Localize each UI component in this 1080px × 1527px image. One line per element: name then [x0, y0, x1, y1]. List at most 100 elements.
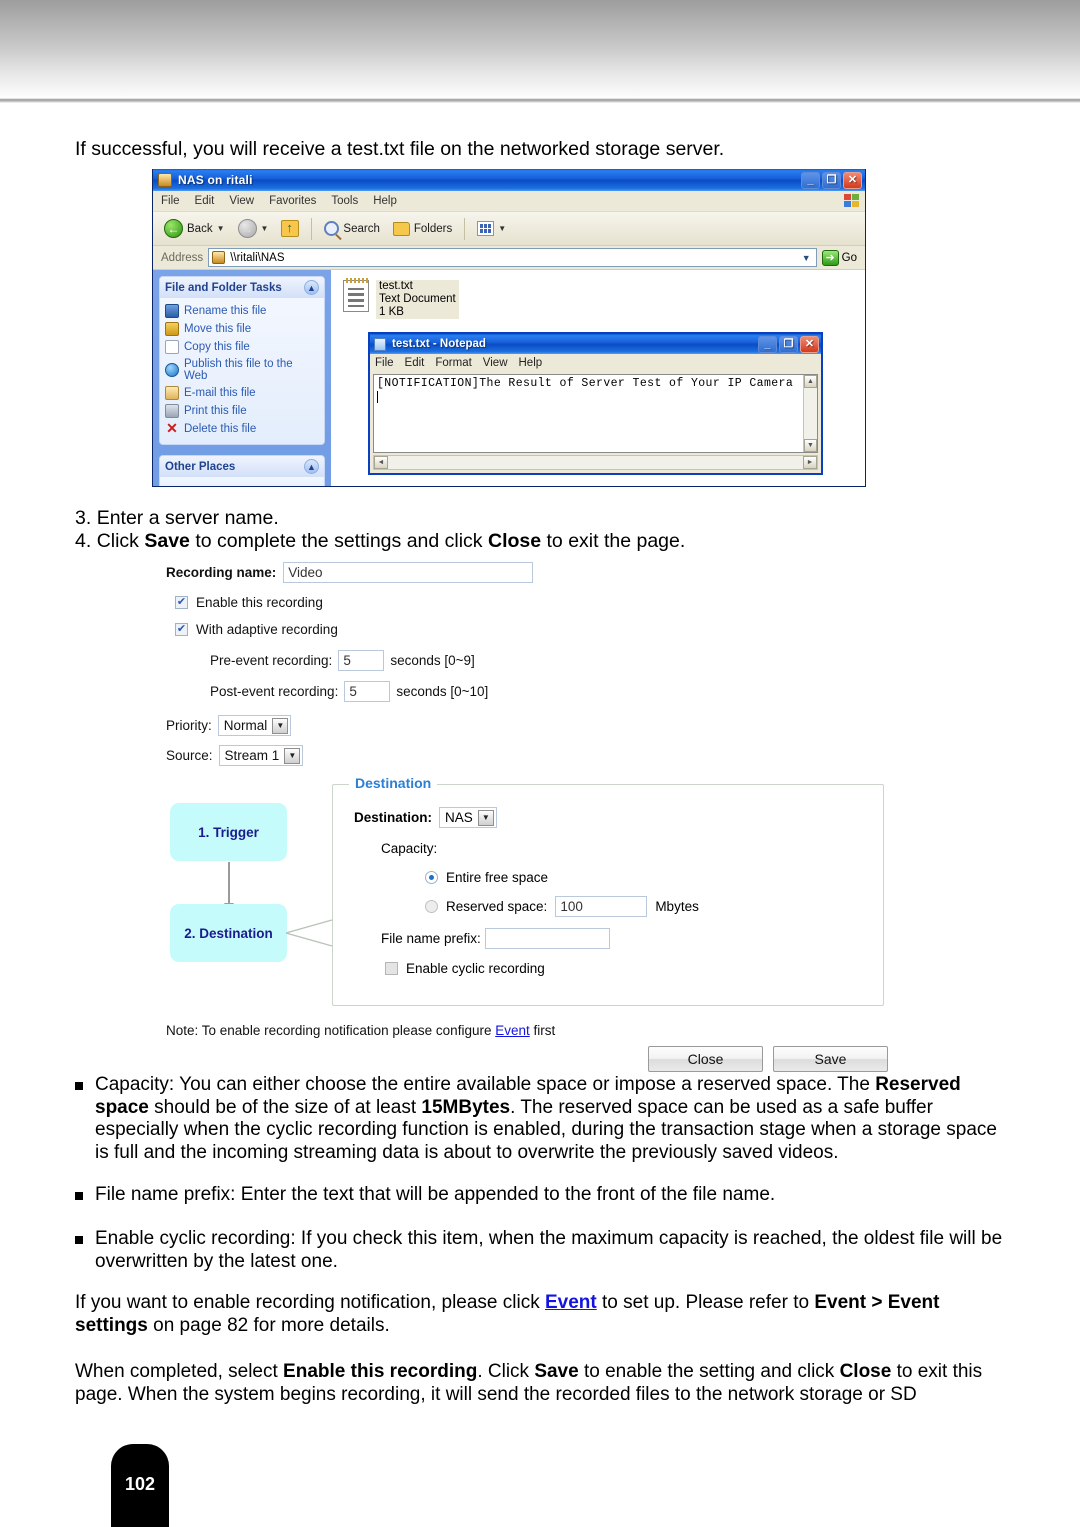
notepad-content: [NOTIFICATION]The Result of Server Test … — [377, 377, 794, 390]
search-button[interactable]: Search — [319, 219, 384, 238]
scroll-up-icon[interactable]: ▲ — [804, 375, 817, 388]
task-print-file[interactable]: Print this file — [165, 402, 319, 420]
file-name-prefix-label: File name prefix: — [381, 931, 481, 946]
menu-edit[interactable]: Edit — [195, 195, 215, 207]
step-box-trigger-label: 1. Trigger — [198, 824, 259, 840]
post-event-input[interactable]: 5 — [344, 681, 391, 702]
reserved-space-input[interactable]: 100 — [555, 896, 648, 917]
scroll-left-icon[interactable]: ◄ — [374, 456, 388, 469]
source-select[interactable]: Stream 1 ▼ — [218, 745, 304, 766]
file-name-prefix-input[interactable] — [484, 928, 610, 949]
enable-recording-checkbox[interactable]: ✔ — [175, 596, 188, 609]
cyclic-recording-row[interactable]: Enable cyclic recording — [385, 961, 883, 976]
task-move-file[interactable]: Move this file — [165, 320, 319, 338]
priority-select[interactable]: Normal ▼ — [217, 715, 292, 736]
menu-tools[interactable]: Tools — [331, 195, 358, 207]
scroll-down-icon[interactable]: ▼ — [804, 439, 817, 452]
entire-free-space-label: Entire free space — [446, 870, 549, 885]
views-dropdown-icon[interactable]: ▼ — [498, 224, 506, 233]
task-email-file[interactable]: E-mail this file — [165, 384, 319, 402]
form-button-row: Close Save — [648, 1046, 888, 1072]
menu-view[interactable]: View — [229, 195, 254, 207]
forward-button[interactable]: → ▼ — [233, 217, 274, 240]
chevron-up-icon[interactable]: ▲ — [304, 280, 319, 295]
chevron-down-icon[interactable]: ▼ — [284, 747, 301, 764]
publish-globe-icon — [165, 363, 179, 377]
recording-name-input[interactable]: Video — [283, 562, 534, 583]
up-folder-icon — [281, 220, 300, 237]
notepad-menu-format[interactable]: Format — [435, 357, 471, 369]
copy-icon — [165, 340, 179, 354]
note-event-link[interactable]: Event — [495, 1023, 530, 1038]
notepad-menu-file[interactable]: File — [375, 357, 394, 369]
file-list-item[interactable]: test.txt Text Document 1 KB — [343, 278, 865, 319]
go-arrow-icon: ➜ — [821, 249, 839, 266]
notepad-window: test.txt - Notepad _ ❐ ✕ File Edit Forma… — [368, 332, 823, 475]
back-button[interactable]: ← Back ▼ — [159, 217, 230, 240]
destination-select[interactable]: NAS ▼ — [439, 807, 497, 828]
scroll-right-icon[interactable]: ► — [803, 456, 817, 469]
step-box-trigger[interactable]: 1. Trigger — [170, 803, 287, 861]
forward-dropdown-icon[interactable]: ▼ — [261, 224, 269, 233]
event-link[interactable]: Event — [545, 1292, 597, 1313]
menu-help[interactable]: Help — [373, 195, 397, 207]
task-label: E-mail this file — [184, 387, 256, 399]
page-number-tab: 102 — [111, 1444, 169, 1527]
views-button[interactable]: ▼ — [472, 219, 511, 238]
notepad-text-area[interactable]: [NOTIFICATION]The Result of Server Test … — [373, 374, 818, 453]
enable-recording-row[interactable]: ✔ Enable this recording — [175, 595, 906, 610]
notepad-horizontal-scrollbar[interactable]: ◄ ► — [373, 455, 818, 470]
back-dropdown-icon[interactable]: ▼ — [217, 224, 225, 233]
task-label: Delete this file — [184, 423, 257, 435]
close-icon[interactable]: ✕ — [843, 171, 862, 189]
recording-name-row: Recording name: Video — [166, 562, 906, 583]
go-button[interactable]: ➜ Go — [821, 249, 861, 266]
menu-favorites[interactable]: Favorites — [269, 195, 316, 207]
pre-event-input[interactable]: 5 — [338, 650, 385, 671]
step-box-destination[interactable]: 2. Destination — [170, 904, 287, 962]
notepad-menu-help[interactable]: Help — [519, 357, 543, 369]
completed-p1: When completed, select — [75, 1361, 284, 1382]
reserved-space-units: Mbytes — [655, 899, 699, 914]
tasks-panel-header[interactable]: File and Folder Tasks ▲ — [160, 277, 324, 298]
address-input[interactable]: \\ritali\NAS ▼ — [208, 248, 817, 267]
completed-b3: Close — [839, 1361, 892, 1382]
cyclic-recording-checkbox[interactable] — [385, 962, 398, 975]
notepad-minimize-icon[interactable]: _ — [758, 335, 777, 353]
reserved-space-row[interactable]: Reserved space: 100 Mbytes — [425, 896, 883, 917]
toolbar-separator-2 — [464, 217, 466, 240]
address-dropdown-icon[interactable]: ▼ — [802, 253, 813, 263]
explorer-window-icon — [158, 173, 172, 187]
chevron-up-icon[interactable]: ▲ — [304, 459, 319, 474]
post-event-label: Post-event recording: — [210, 684, 339, 699]
task-delete-file[interactable]: ✕ Delete this file — [165, 420, 319, 438]
folders-button[interactable]: Folders — [388, 220, 457, 238]
notepad-vertical-scrollbar[interactable]: ▲ ▼ — [803, 375, 817, 452]
task-copy-file[interactable]: Copy this file — [165, 338, 319, 356]
adaptive-recording-row[interactable]: ✔ With adaptive recording — [175, 622, 906, 637]
task-publish-file[interactable]: Publish this file to the Web — [165, 356, 319, 384]
maximize-icon[interactable]: ❐ — [822, 171, 841, 189]
close-button[interactable]: Close — [648, 1046, 763, 1072]
explorer-menubar: File Edit View Favorites Tools Help — [153, 191, 865, 212]
notepad-maximize-icon[interactable]: ❐ — [779, 335, 798, 353]
bullet-prefix-wrap: File name prefix: Enter the text that wi… — [68, 1184, 1013, 1207]
chevron-down-icon[interactable]: ▼ — [272, 717, 289, 734]
minimize-icon[interactable]: _ — [801, 171, 820, 189]
notepad-close-icon[interactable]: ✕ — [800, 335, 819, 353]
reserved-space-radio[interactable] — [425, 900, 438, 913]
adaptive-recording-checkbox[interactable]: ✔ — [175, 623, 188, 636]
save-button[interactable]: Save — [773, 1046, 888, 1072]
other-places-header[interactable]: Other Places ▲ — [160, 456, 324, 477]
pre-event-row: Pre-event recording: 5 seconds [0~9] — [210, 650, 906, 671]
chevron-down-icon[interactable]: ▼ — [477, 809, 494, 826]
notepad-menu-edit[interactable]: Edit — [405, 357, 425, 369]
up-button[interactable] — [276, 218, 304, 239]
file-type: Text Document — [379, 293, 456, 305]
entire-free-space-radio[interactable] — [425, 871, 438, 884]
menu-file[interactable]: File — [161, 195, 180, 207]
task-rename-file[interactable]: Rename this file — [165, 302, 319, 320]
email-icon — [165, 386, 179, 400]
notepad-menu-view[interactable]: View — [483, 357, 508, 369]
entire-free-space-row[interactable]: Entire free space — [425, 870, 883, 885]
